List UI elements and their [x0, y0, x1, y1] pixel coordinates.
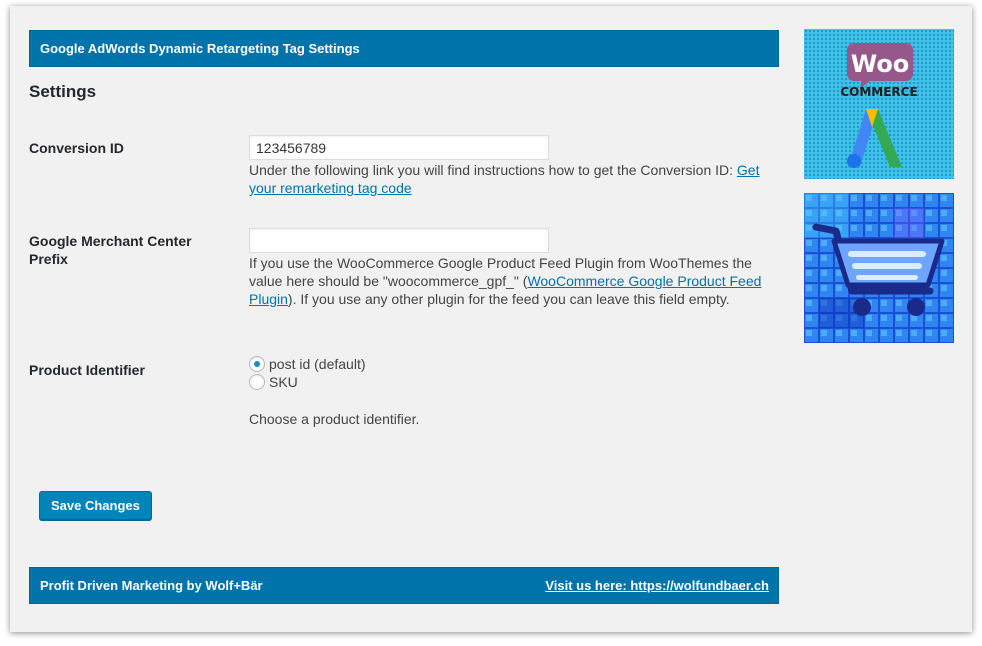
conversion-id-desc-text: Under the following link you will find i… [249, 162, 737, 178]
merchant-prefix-description: If you use the WooCommerce Google Produc… [249, 254, 769, 308]
radio-post-id-label: post id (default) [269, 356, 366, 372]
settings-heading: Settings [29, 82, 97, 101]
cart-wheel-right [907, 298, 925, 316]
conversion-id-description: Under the following link you will find i… [249, 161, 769, 197]
radio-sku-label: SKU [269, 374, 298, 390]
radio-sku-button[interactable] [249, 374, 265, 390]
cart-banner-highlight-2 [894, 208, 924, 238]
merchant-prefix-label: Google Merchant Center Prefix [29, 233, 192, 267]
conversion-id-label: Conversion ID [29, 140, 124, 156]
radio-post-id[interactable]: post id (default) [249, 355, 366, 373]
adwords-dot [847, 154, 861, 168]
cart-line-2 [852, 263, 922, 269]
woo-logo-text: Woo [851, 50, 910, 78]
merchant-prefix-desc-after: ). If you use any other plugin for the f… [287, 291, 730, 307]
header-bar: Google AdWords Dynamic Retargeting Tag S… [29, 30, 779, 67]
woo-commerce-text: COMMERCE [840, 85, 917, 99]
adwords-icon [847, 109, 902, 168]
woocommerce-adwords-logo: Woo COMMERCE [840, 43, 918, 168]
product-identifier-description: Choose a product identifier. [249, 411, 420, 427]
woocommerce-adwords-banner[interactable]: Woo COMMERCE [804, 29, 954, 179]
merchant-prefix-input[interactable] [249, 228, 549, 253]
footer-credit: Profit Driven Marketing by Wolf+Bär [40, 578, 263, 593]
settings-page: Google AdWords Dynamic Retargeting Tag S… [10, 6, 972, 632]
radio-sku[interactable]: SKU [249, 373, 298, 391]
cart-wheel-left [853, 298, 871, 316]
shopping-cart-banner[interactable] [804, 193, 954, 343]
radio-post-id-button[interactable] [249, 356, 265, 372]
shopping-cart-image [804, 193, 954, 343]
save-changes-button[interactable]: Save Changes [39, 491, 152, 520]
cart-line-3 [856, 275, 918, 280]
footer-website-link[interactable]: Visit us here: https://wolfundbaer.ch [545, 578, 769, 593]
product-identifier-label: Product Identifier [29, 362, 145, 378]
cart-line-1 [848, 251, 926, 257]
conversion-id-input[interactable] [249, 135, 549, 160]
header-title: Google AdWords Dynamic Retargeting Tag S… [40, 41, 360, 56]
footer-bar: Profit Driven Marketing by Wolf+Bär Visi… [29, 567, 779, 604]
